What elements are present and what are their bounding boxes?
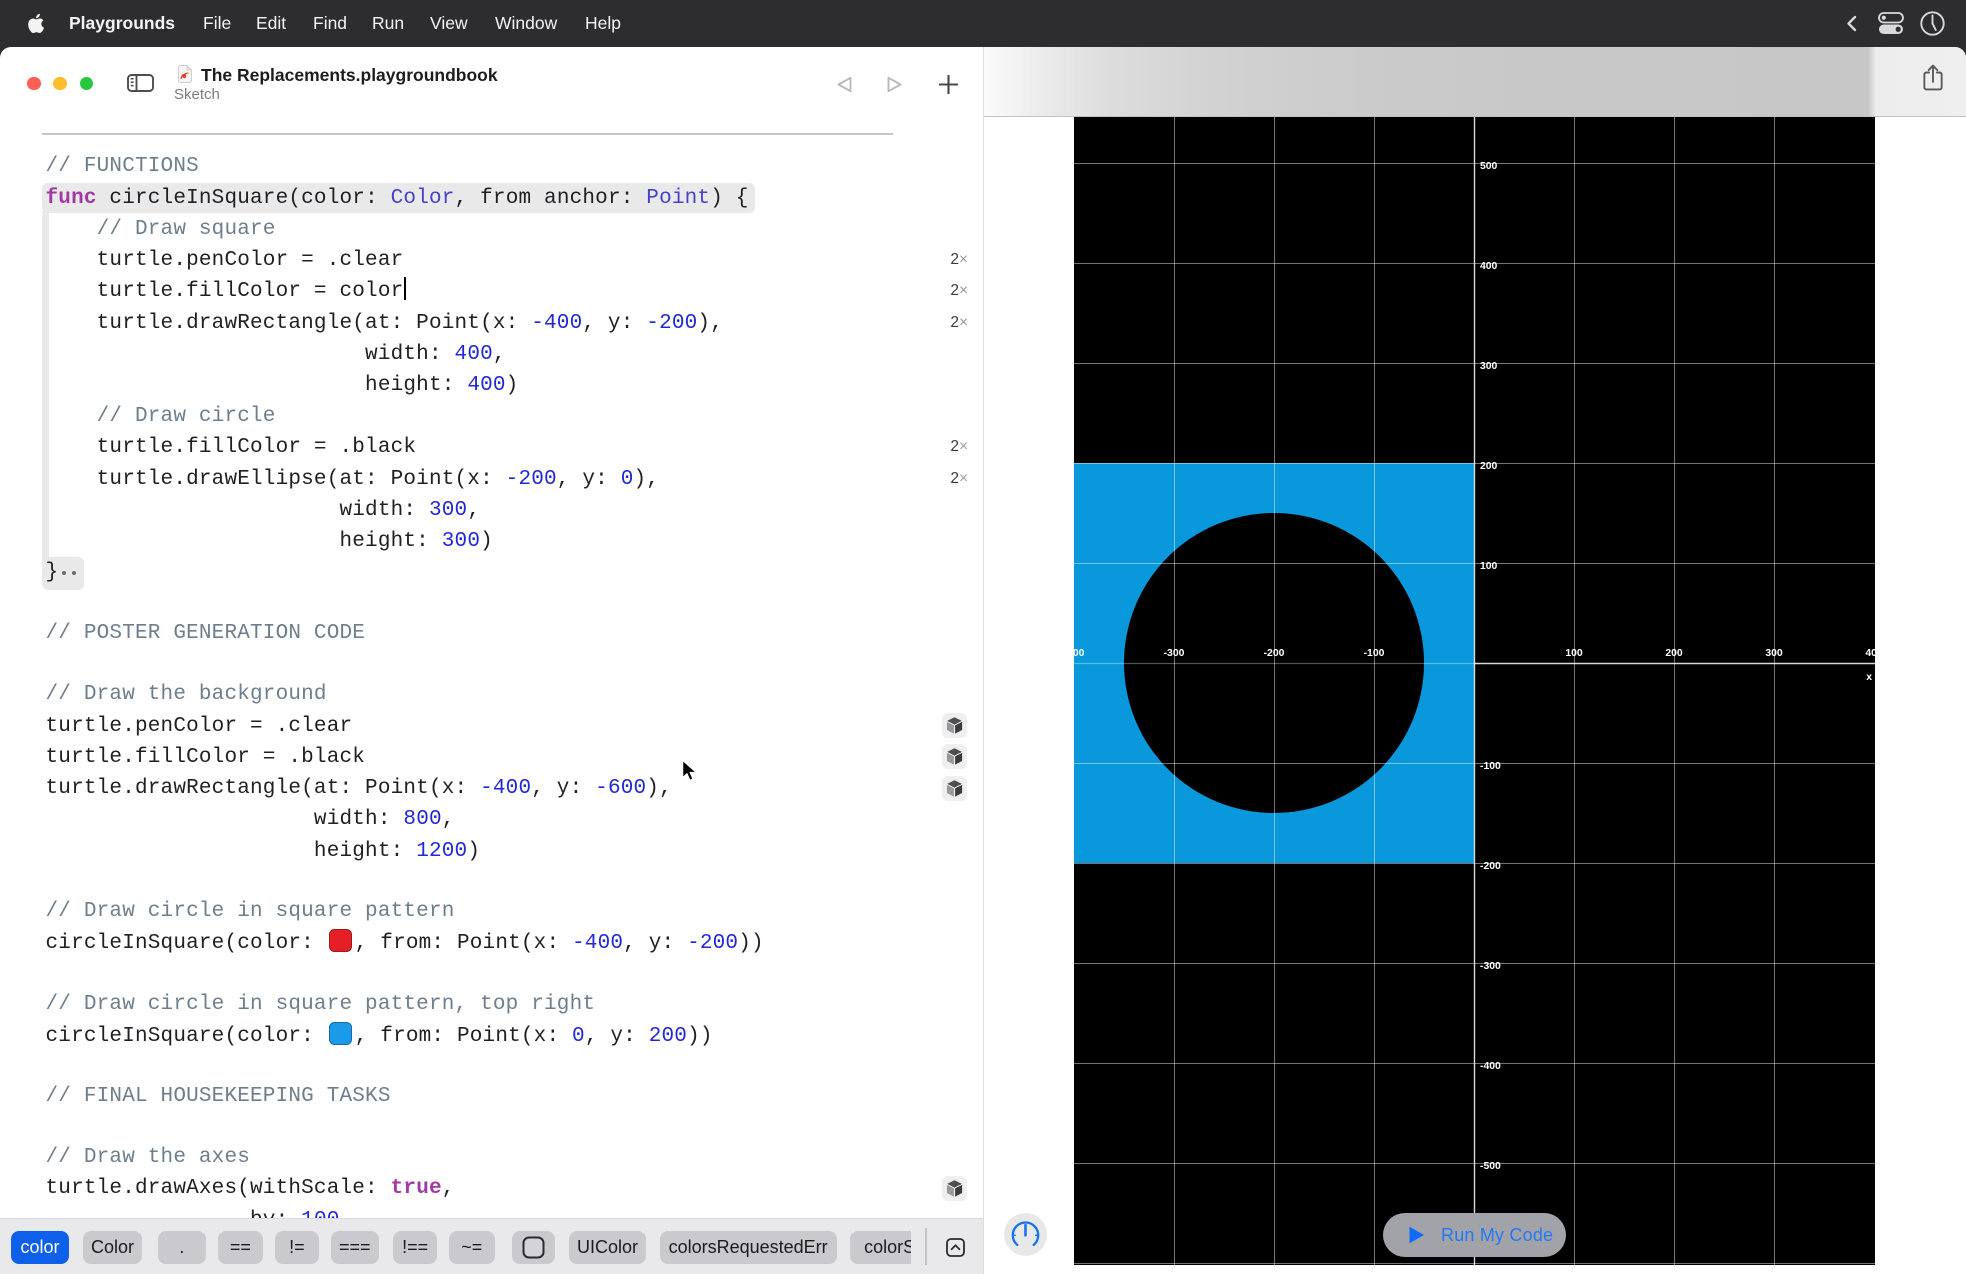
svg-text:-600: -600: [1480, 1264, 1501, 1265]
svg-text:400: 400: [1865, 648, 1875, 659]
svg-text:300: 300: [1480, 361, 1498, 372]
svg-text:100: 100: [1480, 561, 1498, 572]
svg-text:100: 100: [1565, 648, 1583, 659]
svg-text:-200: -200: [1480, 861, 1501, 872]
svg-text:x: x: [1866, 672, 1872, 683]
svg-text:500: 500: [1480, 161, 1498, 172]
svg-text:-400: -400: [1480, 1061, 1501, 1072]
svg-text:200: 200: [1480, 461, 1498, 472]
svg-text:-400: -400: [1074, 648, 1085, 659]
svg-text:-200: -200: [1264, 648, 1285, 659]
svg-text:300: 300: [1765, 648, 1783, 659]
svg-text:-500: -500: [1480, 1161, 1501, 1172]
svg-text:-300: -300: [1480, 961, 1501, 972]
svg-text:-100: -100: [1364, 648, 1385, 659]
svg-text:200: 200: [1665, 648, 1683, 659]
svg-text:-100: -100: [1480, 761, 1501, 772]
svg-text:400: 400: [1480, 261, 1498, 272]
svg-text:-300: -300: [1164, 648, 1185, 659]
